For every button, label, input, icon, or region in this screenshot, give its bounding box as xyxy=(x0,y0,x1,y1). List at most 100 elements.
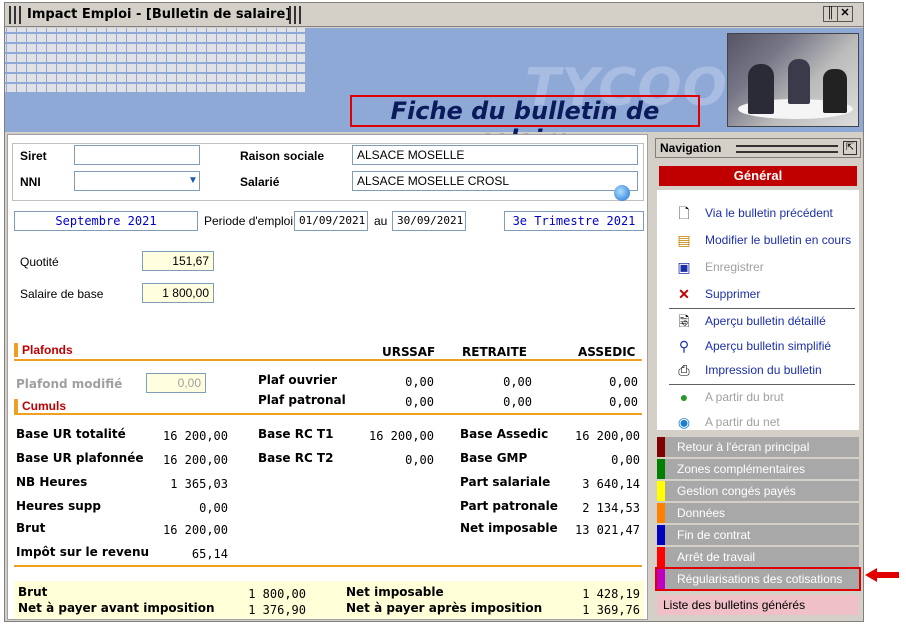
pin-icon[interactable]: ⇱ xyxy=(843,141,857,155)
action-preview-simple[interactable]: ⚲ Aperçu bulletin simplifié xyxy=(657,335,859,357)
action-preview-detailed[interactable]: 🗟 Aperçu bulletin détaillé xyxy=(657,310,859,332)
action-from-net[interactable]: ◉ A partir du net xyxy=(657,411,859,433)
nav-conges[interactable]: Gestion congés payés xyxy=(657,481,859,501)
cumul-value: 0,00 xyxy=(405,453,434,467)
cumul-label: Impôt sur le revenu xyxy=(16,545,150,559)
green-circle-icon: ● xyxy=(679,389,689,405)
document-icon: 🗋 xyxy=(678,205,690,221)
nav-donnees[interactable]: Données conventionnelles,Pénibilité xyxy=(657,503,859,540)
cumul-value: 16 200,00 xyxy=(162,453,228,467)
cumul-value: 0,00 xyxy=(199,501,228,515)
action-label: Aperçu bulletin simplifié xyxy=(705,339,832,353)
bulletin-form: Siret NNI ▼ Raison sociale ALSACE MOSELL… xyxy=(7,134,648,620)
nav-regularisations[interactable]: Régularisations des cotisations xyxy=(655,567,861,591)
periode-label: Periode d'emploi xyxy=(204,214,294,228)
plafonds-section: Plafonds xyxy=(14,343,73,357)
cumul-label: Base RC T1 xyxy=(258,427,334,441)
cumul-value: 0,00 xyxy=(611,453,640,467)
raison-sociale-field[interactable]: ALSACE MOSELLE xyxy=(352,145,638,165)
pixel-pattern xyxy=(5,28,305,92)
red-arrow-icon xyxy=(865,568,899,582)
col-retraite: RETRAITE xyxy=(462,345,527,359)
close-button[interactable]: ✕ xyxy=(837,6,853,22)
navigation-panel: Navigation ⇱ Général 🗋 Via le bulletin pr… xyxy=(653,134,863,620)
cumul-label: Part salariale xyxy=(460,475,551,489)
period-to-field[interactable]: 30/09/2021 xyxy=(392,211,466,231)
action-label: Supprimer xyxy=(705,287,761,301)
nni-label: NNI xyxy=(20,175,41,189)
divider xyxy=(14,359,642,361)
col-assedic: ASSEDIC xyxy=(578,345,636,359)
action-edit[interactable]: ▤ Modifier le bulletin en cours xyxy=(657,229,859,251)
banner: TYCOON Fiche du bulletin de salaire xyxy=(5,28,863,153)
nav-liste-bulletins[interactable]: Liste des bulletins générés xyxy=(657,595,859,615)
cumul-label: NB Heures xyxy=(16,475,88,489)
action-label: Via le bulletin précédent xyxy=(705,206,833,220)
nav-zones[interactable]: Zones complémentaires xyxy=(657,459,859,479)
action-delete[interactable]: ✕ Supprimer xyxy=(657,283,859,305)
nav-fin-contrat[interactable]: Fin de contrat xyxy=(657,525,859,545)
divider xyxy=(14,413,642,415)
salaire-base-field[interactable]: 1 800,00 xyxy=(142,283,214,303)
navigation-title: Navigation xyxy=(660,141,722,155)
lookup-icon[interactable] xyxy=(614,185,630,201)
cumul-label: Base RC T2 xyxy=(258,451,334,465)
cumul-label: Part patronale xyxy=(460,499,558,513)
month-field: Septembre 2021 xyxy=(14,211,198,231)
nni-select[interactable] xyxy=(74,171,200,191)
salarie-field[interactable]: ALSACE MOSELLE CROSL xyxy=(352,171,638,191)
title-bar: Impact Emploi - [Bulletin de salaire] ║ … xyxy=(5,3,863,27)
cumul-label: Base GMP xyxy=(460,451,528,465)
net-imposable-value: 1 428,19 xyxy=(582,587,640,601)
action-label: Aperçu bulletin détaillé xyxy=(705,314,826,328)
cumul-value: 2 134,53 xyxy=(582,501,640,515)
plaf-patronal-label: Plaf patronal xyxy=(258,393,346,407)
period-from-field[interactable]: 01/09/2021 xyxy=(294,211,368,231)
col-urssaf: URSSAF xyxy=(382,345,436,359)
action-previous[interactable]: 🗋 Via le bulletin précédent xyxy=(657,202,859,224)
action-save[interactable]: ▣ Enregistrer xyxy=(657,256,859,278)
action-label: Enregistrer xyxy=(705,260,764,274)
salarie-label: Salarié xyxy=(240,175,280,189)
grip-right-icon xyxy=(289,6,301,24)
grip-left-icon xyxy=(9,6,21,24)
edit-doc-icon: ▤ xyxy=(677,232,691,248)
action-label: A partir du brut xyxy=(705,390,784,404)
cumul-label: Net imposable xyxy=(460,521,558,535)
window-title: Impact Emploi - [Bulletin de salaire] xyxy=(27,7,292,22)
action-label: Impression du bulletin xyxy=(705,363,822,377)
plaf-ouvrier-retraite: 0,00 xyxy=(503,375,532,389)
divider xyxy=(669,308,855,309)
cumul-value: 13 021,47 xyxy=(574,523,640,537)
net-avant-label: Net à payer avant imposition xyxy=(18,601,215,615)
siret-input[interactable] xyxy=(74,145,200,165)
blue-circle-icon: ◉ xyxy=(677,414,691,430)
plaf-ouvrier-assedic: 0,00 xyxy=(609,375,638,389)
cumul-value: 16 200,00 xyxy=(162,523,228,537)
quotite-field[interactable]: 151,67 xyxy=(142,251,214,271)
cumul-value: 3 640,14 xyxy=(582,477,640,491)
net-apres-value: 1 369,76 xyxy=(582,603,640,617)
cumul-value: 16 200,00 xyxy=(368,429,434,443)
cumul-value: 65,14 xyxy=(191,547,228,561)
cumul-value: 1 365,03 xyxy=(170,477,228,491)
net-imposable-label: Net imposable xyxy=(346,585,444,599)
action-label: A partir du net xyxy=(705,415,780,429)
plaf-ouvrier-urssaf[interactable]: 0,00 xyxy=(378,375,434,389)
net-apres-label: Net à payer après imposition xyxy=(346,601,543,615)
cumul-label: Heures supp xyxy=(16,499,101,513)
cumuls-section: Cumuls xyxy=(14,399,66,413)
cumul-label: Base Assedic xyxy=(460,427,549,441)
chevron-down-icon[interactable]: ▼ xyxy=(188,173,199,189)
nav-retour[interactable]: Retour à l'écran principal xyxy=(657,437,859,457)
nav-arret[interactable]: Arrêt de travail xyxy=(657,547,859,567)
restore-button[interactable]: ║ xyxy=(823,6,837,22)
actions-panel: 🗋 Via le bulletin précédent ▤ Modifier le … xyxy=(657,190,859,430)
magnifier-icon: ⚲ xyxy=(678,338,690,354)
plafond-modifie-field[interactable]: 0,00 xyxy=(146,373,206,393)
totals-footer: Brut 1 800,00 Net à payer avant impositi… xyxy=(14,581,644,619)
action-print[interactable]: ⎙ Impression du bulletin xyxy=(657,359,859,381)
total-brut-label: Brut xyxy=(18,585,48,599)
action-from-brut[interactable]: ● A partir du brut xyxy=(657,386,859,408)
general-button[interactable]: Général xyxy=(659,166,857,186)
